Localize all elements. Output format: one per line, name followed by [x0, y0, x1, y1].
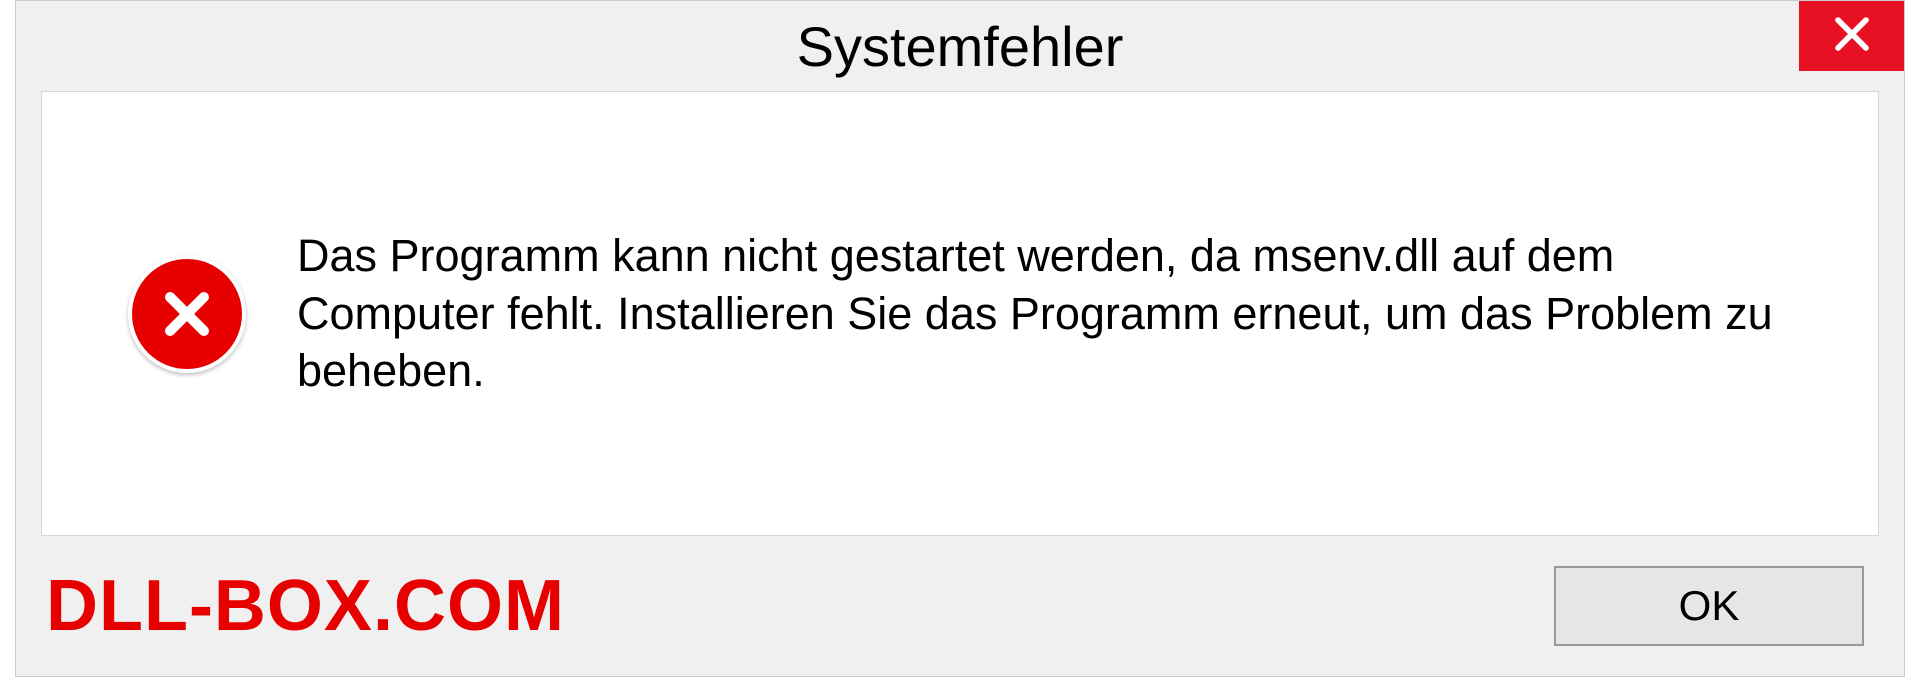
close-button[interactable]	[1799, 1, 1904, 71]
content-panel: Das Programm kann nicht gestartet werden…	[41, 91, 1879, 536]
watermark-text: DLL-BOX.COM	[46, 565, 565, 647]
dialog-title: Systemfehler	[797, 14, 1124, 79]
error-dialog: Systemfehler Das Programm kann nicht ges…	[15, 0, 1905, 677]
ok-button[interactable]: OK	[1554, 566, 1864, 646]
dialog-footer: DLL-BOX.COM OK	[16, 536, 1904, 676]
error-icon	[132, 259, 242, 369]
close-icon	[1831, 13, 1873, 60]
titlebar: Systemfehler	[16, 1, 1904, 91]
error-message: Das Programm kann nicht gestartet werden…	[297, 227, 1798, 400]
